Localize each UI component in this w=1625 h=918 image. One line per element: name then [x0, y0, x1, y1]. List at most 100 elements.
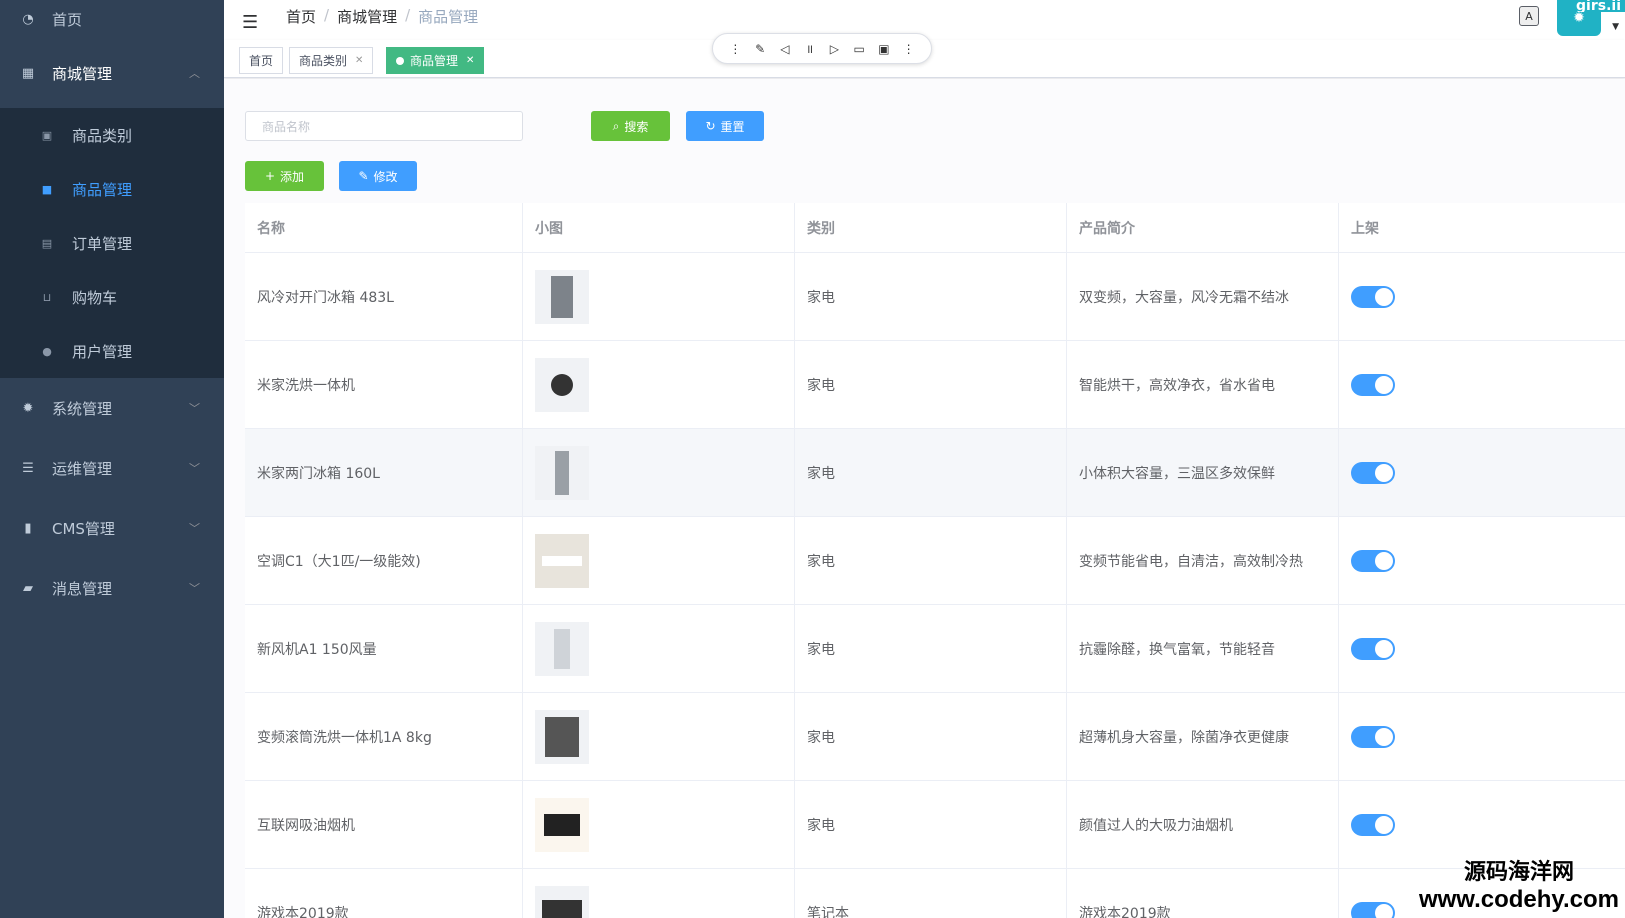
cell-thumb	[523, 253, 795, 340]
table-row[interactable]: 米家洗烘一体机 家电 智能烘干，高效净衣，省水省电	[245, 341, 1625, 429]
table-row[interactable]: 变频滚筒洗烘一体机1A 8kg 家电 超薄机身大容量，除菌净衣更健康	[245, 693, 1625, 781]
cell-status	[1339, 693, 1625, 780]
sidebar-group-mall[interactable]: ▦ 商城管理 ︿	[0, 38, 224, 108]
breadcrumb-item[interactable]: 首页	[286, 6, 316, 27]
product-image[interactable]	[535, 533, 589, 588]
chevron-down-icon: ﹀	[189, 522, 200, 535]
file-icon: ▮	[24, 520, 32, 536]
chevron-up-icon: ︿	[189, 67, 200, 80]
sidebar-item-label: 用户管理	[72, 342, 133, 361]
translate-icon[interactable]: A	[1519, 6, 1539, 26]
cell-desc: 智能烘干，高效净衣，省水省电	[1067, 341, 1339, 428]
sidebar-group-message[interactable]: ▰ 消息管理 ﹀	[0, 558, 224, 618]
column-header: 类别	[795, 203, 1067, 252]
tag-label: 商品类别	[299, 54, 348, 68]
more-icon[interactable]: ⋮	[900, 42, 918, 56]
cell-thumb	[523, 693, 795, 780]
cell-desc: 游戏本2019款	[1067, 869, 1339, 918]
on-shelf-switch[interactable]	[1351, 725, 1395, 748]
cell-thumb	[523, 429, 795, 516]
cell-name: 风冷对开门冰箱 483L	[245, 253, 523, 340]
cell-name: 新风机A1 150风量	[245, 605, 523, 692]
edit-icon[interactable]: ✎	[751, 42, 769, 56]
chevron-down-icon: ﹀	[189, 462, 200, 475]
caret-down-icon[interactable]: ▼	[1612, 22, 1619, 32]
cell-status	[1339, 253, 1625, 340]
on-shelf-switch[interactable]	[1351, 637, 1395, 660]
cell-status	[1339, 341, 1625, 428]
hamburger-icon[interactable]: ☰	[242, 12, 258, 33]
cell-desc: 抗霾除醛，换气富氧，节能轻音	[1067, 605, 1339, 692]
reset-button[interactable]: ↻ 重置	[686, 111, 764, 141]
sidebar-group-cms[interactable]: ▮ CMS管理 ﹀	[0, 498, 224, 558]
previous-icon[interactable]: ◁	[776, 42, 794, 56]
close-icon[interactable]: ✕	[355, 55, 363, 66]
on-shelf-switch[interactable]	[1351, 373, 1395, 396]
table-row[interactable]: 空调C1（大1匹/一级能效) 家电 变频节能省电，自清洁，高效制冷热	[245, 517, 1625, 605]
tag-category[interactable]: 商品类别 ✕	[289, 47, 374, 74]
sidebar-item-goods[interactable]: ■ 商品管理	[0, 162, 224, 216]
cell-status	[1339, 517, 1625, 604]
product-image[interactable]	[535, 709, 589, 764]
reset-button-label: 重置	[720, 119, 745, 134]
product-image[interactable]	[535, 885, 589, 918]
sidebar-item-cart[interactable]: ⊔ 购物车	[0, 270, 224, 324]
site-watermark: 源码海洋网 www.codehy.com	[1419, 854, 1619, 914]
search-input[interactable]: 商品名称	[245, 111, 523, 141]
cell-category: 家电	[795, 429, 1067, 516]
on-shelf-switch[interactable]	[1351, 901, 1395, 918]
breadcrumb-item[interactable]: 商城管理	[337, 6, 397, 27]
breadcrumb-separator: /	[405, 6, 411, 24]
sidebar-item-orders[interactable]: ▤ 订单管理	[0, 216, 224, 270]
tag-goods[interactable]: 商品管理 ✕	[386, 47, 485, 74]
sidebar-item-category[interactable]: ▣ 商品类别	[0, 108, 224, 162]
sidebar-group-label: 运维管理	[52, 459, 113, 478]
table-row[interactable]: 新风机A1 150风量 家电 抗霾除醛，换气富氧，节能轻音	[245, 605, 1625, 693]
column-header: 产品简介	[1067, 203, 1339, 252]
cell-name: 变频滚筒洗烘一体机1A 8kg	[245, 693, 523, 780]
box-icon: ■	[41, 182, 53, 196]
table-row[interactable]: 风冷对开门冰箱 483L 家电 双变频，大容量，风冷无霜不结冰	[245, 253, 1625, 341]
save-all-icon[interactable]: ▣	[875, 42, 893, 56]
breadcrumb-separator: /	[324, 6, 330, 24]
cell-name: 米家洗烘一体机	[245, 341, 523, 428]
close-icon[interactable]: ✕	[466, 55, 474, 66]
user-icon: ●	[42, 344, 52, 358]
on-shelf-switch[interactable]	[1351, 813, 1395, 836]
chevron-down-icon: ﹀	[189, 582, 200, 595]
breadcrumb-current: 商品管理	[418, 8, 479, 26]
cell-status	[1339, 429, 1625, 516]
cell-category: 家电	[795, 693, 1067, 780]
tag-home[interactable]: 首页	[239, 47, 284, 74]
sidebar-item-label: 首页	[52, 10, 83, 29]
main-content: 商品名称 ⌕ 搜索 ↻ 重置 + 添加 ✎ 修改 名称 小图 类别 产品简介 上…	[224, 79, 1625, 918]
edit-button[interactable]: ✎ 修改	[339, 161, 417, 191]
pause-icon[interactable]: ॥	[801, 40, 819, 57]
next-icon[interactable]: ▷	[825, 42, 843, 56]
gear-icon: ✹	[1573, 10, 1585, 26]
product-image[interactable]	[535, 797, 589, 852]
sidebar-group-ops[interactable]: ☰ 运维管理 ﹀	[0, 438, 224, 498]
search-button-label: 搜索	[624, 119, 649, 134]
goods-table: 名称 小图 类别 产品简介 上架 风冷对开门冰箱 483L 家电 双变频，大容量…	[245, 203, 1625, 918]
sidebar-item-users[interactable]: ● 用户管理	[0, 324, 224, 378]
add-button[interactable]: + 添加	[245, 161, 324, 191]
navbar: ☰ 首页 / 商城管理 / 商品管理 A ✹ ▼ girs.ii	[224, 0, 1625, 40]
product-image[interactable]	[535, 357, 589, 412]
on-shelf-switch[interactable]	[1351, 461, 1395, 484]
product-image[interactable]	[535, 445, 589, 500]
on-shelf-switch[interactable]	[1351, 285, 1395, 308]
drag-handle-icon[interactable]: ⋮	[726, 42, 744, 56]
edit-button-label: 修改	[373, 169, 398, 184]
plus-icon: +	[264, 169, 276, 183]
table-row[interactable]: 米家两门冰箱 160L 家电 小体积大容量，三温区多效保鲜	[245, 429, 1625, 517]
sidebar-item-home[interactable]: ◔ 首页	[0, 0, 224, 38]
product-image[interactable]	[535, 621, 589, 676]
add-button-label: 添加	[280, 169, 305, 184]
sidebar-group-system[interactable]: ✹ 系统管理 ﹀	[0, 378, 224, 438]
on-shelf-switch[interactable]	[1351, 549, 1395, 572]
column-header: 名称	[245, 203, 523, 252]
product-image[interactable]	[535, 269, 589, 324]
search-button[interactable]: ⌕ 搜索	[591, 111, 670, 141]
save-icon[interactable]: ▭	[850, 42, 868, 56]
